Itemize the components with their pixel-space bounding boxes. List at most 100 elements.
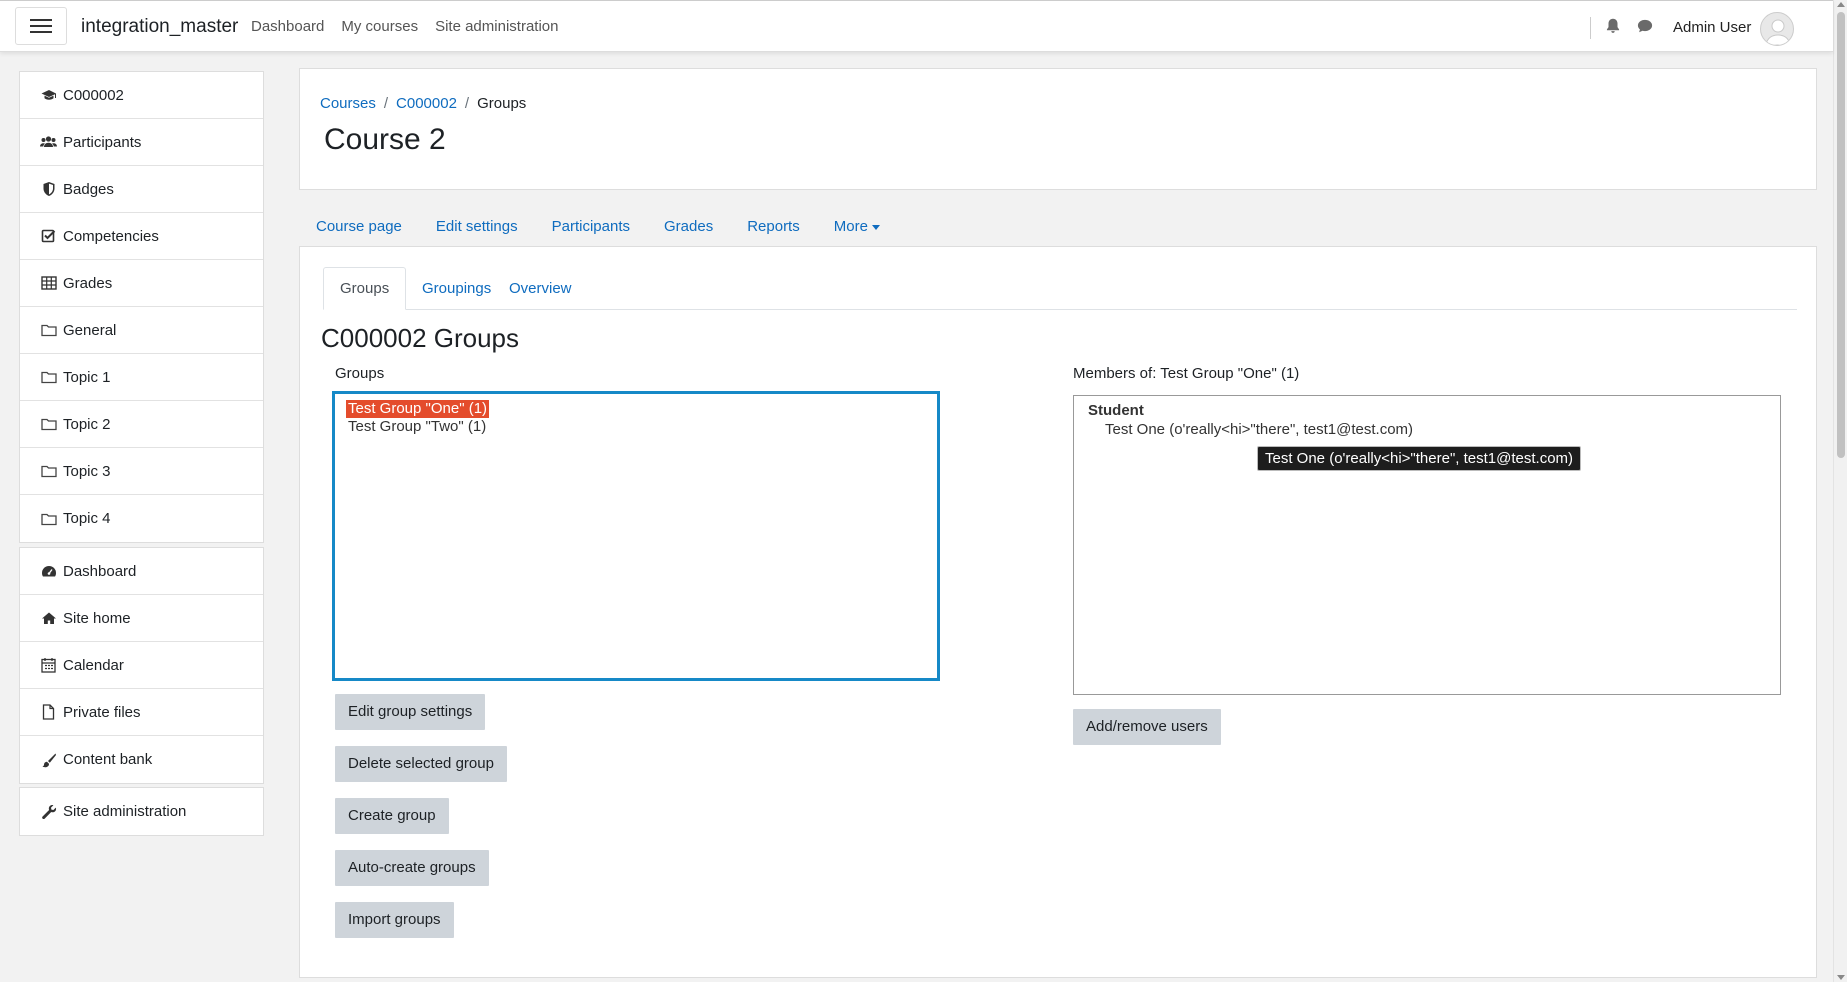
avatar[interactable] <box>1760 12 1794 46</box>
groups-list-label: Groups <box>335 365 385 382</box>
secnav-participants[interactable]: Participants <box>552 218 630 235</box>
sidebar-item-topic-2[interactable]: Topic 2 <box>20 401 263 448</box>
sidebar-item-site-home[interactable]: Site home <box>20 595 263 642</box>
sidebar-item-label: Topic 2 <box>63 415 111 433</box>
site-nav-group: Dashboard Site home Calendar Private fil… <box>19 547 264 784</box>
folder-icon <box>40 322 57 339</box>
dashboard-icon <box>40 563 57 580</box>
brush-icon <box>40 751 57 768</box>
page-header: Courses / C000002 / Groups Course 2 <box>299 68 1817 190</box>
tab-groups[interactable]: Groups <box>323 267 407 310</box>
breadcrumb-separator: / <box>464 95 470 112</box>
secnav-course-page[interactable]: Course page <box>316 218 402 235</box>
sidebar-item-label: Topic 3 <box>63 462 111 480</box>
secnav-more-label: More <box>833 218 868 235</box>
sidebar-item-label: Content bank <box>63 751 153 768</box>
sidebar-item-label: Private files <box>63 703 141 721</box>
scroll-up-icon[interactable] <box>1837 2 1845 7</box>
sidebar-item-competencies[interactable]: Competencies <box>20 213 263 260</box>
users-icon <box>40 134 57 151</box>
page-title: Course 2 <box>324 123 446 156</box>
sidebar-item-site-administration[interactable]: Site administration <box>20 788 263 835</box>
admin-nav-group: Site administration <box>19 787 264 836</box>
chat-icon[interactable] <box>1636 17 1654 35</box>
sidebar-item-label: Topic 1 <box>63 368 111 386</box>
folder-icon <box>40 416 57 433</box>
breadcrumb-courses-link[interactable]: Courses <box>320 95 376 112</box>
sidebar-item-topic-1[interactable]: Topic 1 <box>20 354 263 401</box>
table-icon <box>40 275 57 292</box>
folder-icon <box>40 369 57 386</box>
sidebar-item-label: Topic 4 <box>63 510 111 527</box>
breadcrumb: Courses / C000002 / Groups <box>320 95 526 112</box>
sidebar-item-course[interactable]: C000002 <box>20 72 263 119</box>
home-icon <box>40 610 57 627</box>
course-secondary-nav: Course page Edit settings Participants G… <box>316 218 880 235</box>
group-option-one[interactable]: Test Group "One" (1) <box>346 400 490 418</box>
secnav-more-dropdown[interactable]: More <box>834 218 880 235</box>
sidebar-item-label: Dashboard <box>63 562 137 580</box>
sidebar-item-participants[interactable]: Participants <box>20 119 263 166</box>
groups-listbox[interactable]: Test Group "One" (1) Test Group "Two" (1… <box>332 391 940 681</box>
delete-selected-group-button[interactable]: Delete selected group <box>335 746 507 782</box>
nav-drawer: C000002 Participants Badges Competencies… <box>0 52 283 982</box>
tab-overview[interactable]: Overview <box>493 267 588 309</box>
bell-icon[interactable] <box>1604 17 1622 35</box>
sidebar-item-content-bank[interactable]: Content bank <box>20 736 263 783</box>
breadcrumb-current: Groups <box>477 95 527 112</box>
sidebar-item-grades[interactable]: Grades <box>20 260 263 307</box>
wrench-icon <box>40 803 57 820</box>
member-option[interactable]: Test One (o'really<hi>"there", test1@tes… <box>1088 421 1766 438</box>
breadcrumb-separator: / <box>383 95 389 112</box>
sidebar-item-label: General <box>63 321 117 339</box>
edit-group-settings-button[interactable]: Edit group settings <box>335 694 486 730</box>
member-tooltip: Test One (o'really<hi>"there", test1@tes… <box>1257 446 1582 471</box>
menu-toggle-icon[interactable] <box>15 7 67 45</box>
sidebar-item-label: Site administration <box>63 803 187 820</box>
nav-site-administration-link[interactable]: Site administration <box>435 18 558 35</box>
groups-tabs: Groups Groupings Overview <box>323 267 1797 310</box>
shield-icon <box>40 181 57 198</box>
file-icon <box>40 704 57 721</box>
sidebar-item-label: Site home <box>63 609 131 627</box>
user-menu-name[interactable]: Admin User <box>1673 19 1751 36</box>
import-groups-button[interactable]: Import groups <box>335 902 454 938</box>
sidebar-item-general[interactable]: General <box>20 307 263 354</box>
sidebar-item-calendar[interactable]: Calendar <box>20 642 263 689</box>
sidebar-item-label: Participants <box>63 133 142 151</box>
group-option-two[interactable]: Test Group "Two" (1) <box>346 418 488 436</box>
secnav-reports[interactable]: Reports <box>747 218 800 235</box>
secnav-grades[interactable]: Grades <box>664 218 713 235</box>
sidebar-item-label: C000002 <box>63 86 124 104</box>
nav-my-courses-link[interactable]: My courses <box>341 18 418 35</box>
primary-nav: Dashboard My courses Site administration <box>251 18 558 35</box>
site-brand[interactable]: integration_master <box>81 16 238 38</box>
sidebar-item-label: Badges <box>63 180 114 198</box>
auto-create-groups-button[interactable]: Auto-create groups <box>335 850 489 886</box>
nav-dashboard-link[interactable]: Dashboard <box>251 18 324 35</box>
sidebar-item-private-files[interactable]: Private files <box>20 689 263 736</box>
breadcrumb-course-link[interactable]: C000002 <box>396 95 457 112</box>
course-nav-group: C000002 Participants Badges Competencies… <box>19 71 264 543</box>
sidebar-item-topic-3[interactable]: Topic 3 <box>20 448 263 495</box>
scrollbar-thumb[interactable] <box>1837 12 1845 458</box>
sidebar-item-label: Grades <box>63 274 113 292</box>
folder-icon <box>40 510 57 527</box>
sidebar-item-badges[interactable]: Badges <box>20 166 263 213</box>
scroll-down-icon[interactable] <box>1837 975 1845 980</box>
graduation-cap-icon <box>40 87 57 104</box>
role-group-heading: Student <box>1088 402 1144 419</box>
user-silhouette-icon <box>1765 19 1791 45</box>
members-listbox[interactable]: Student Test One (o'really<hi>"there", t… <box>1073 395 1781 695</box>
members-list-label: Members of: Test Group "One" (1) <box>1073 365 1300 382</box>
add-remove-users-button[interactable]: Add/remove users <box>1073 709 1221 745</box>
main-content: Groups Groupings Overview C000002 Groups… <box>299 246 1817 978</box>
create-group-button[interactable]: Create group <box>335 798 449 834</box>
page-scrollbar[interactable] <box>1833 0 1847 982</box>
secnav-edit-settings[interactable]: Edit settings <box>436 218 518 235</box>
sidebar-item-dashboard[interactable]: Dashboard <box>20 548 263 595</box>
calendar-icon <box>40 657 57 674</box>
sidebar-item-label: Calendar <box>63 656 124 674</box>
sidebar-item-topic-4[interactable]: Topic 4 <box>20 495 263 542</box>
section-heading: C000002 Groups <box>321 323 520 353</box>
